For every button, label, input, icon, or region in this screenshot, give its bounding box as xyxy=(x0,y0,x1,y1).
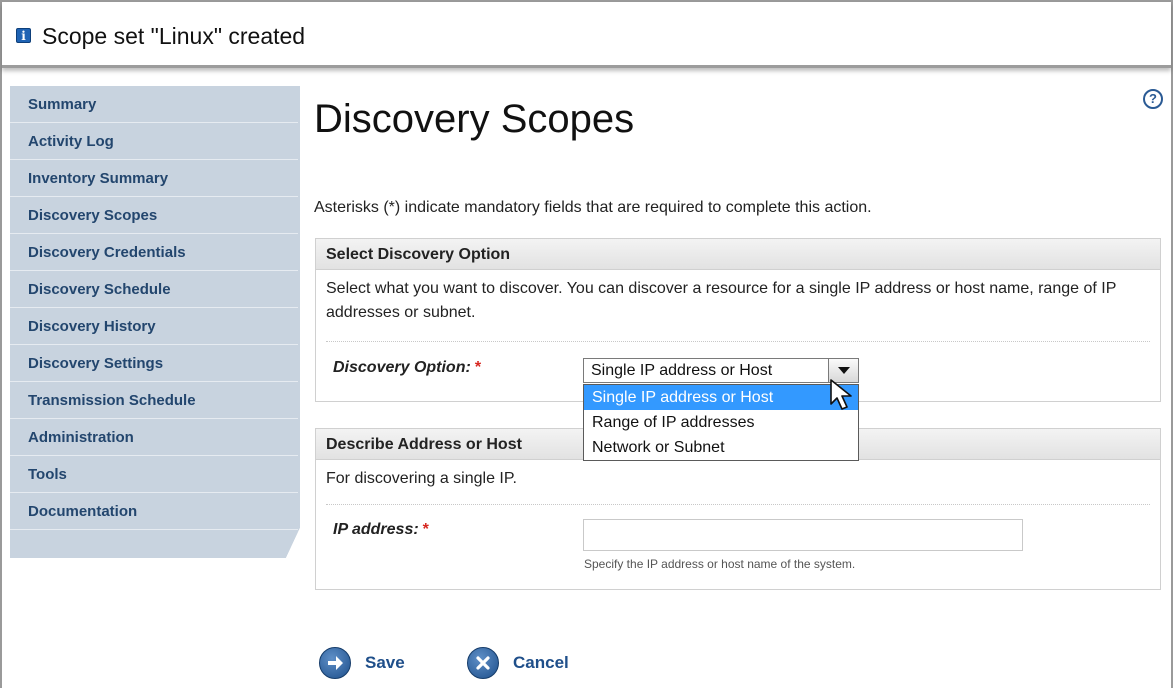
divider xyxy=(326,341,1150,342)
help-icon[interactable]: ? xyxy=(1143,89,1163,109)
ip-address-label-text: IP address: xyxy=(333,521,419,538)
notification-banner: i Scope set "Linux" created xyxy=(2,2,1171,68)
close-icon xyxy=(467,647,499,679)
sidebar-item-tools[interactable]: Tools xyxy=(10,456,298,493)
mouse-pointer-icon xyxy=(830,379,852,410)
discovery-option-dropdown: Single IP address or Host Range of IP ad… xyxy=(583,384,859,461)
sidebar-item-discovery-history[interactable]: Discovery History xyxy=(10,308,298,345)
sidebar-item-discovery-scopes[interactable]: Discovery Scopes xyxy=(10,197,298,234)
required-marker: * xyxy=(474,359,482,376)
cancel-label: Cancel xyxy=(513,653,569,672)
sidebar-item-inventory-summary[interactable]: Inventory Summary xyxy=(10,160,298,197)
sidebar-item-discovery-settings[interactable]: Discovery Settings xyxy=(10,345,298,382)
save-button[interactable]: Save xyxy=(319,646,405,680)
required-marker: * xyxy=(422,521,429,538)
discovery-option-label: Discovery Option: * xyxy=(333,359,481,377)
dropdown-option-network-subnet[interactable]: Network or Subnet xyxy=(584,435,858,460)
ip-address-input[interactable] xyxy=(583,519,1023,551)
section-description: For discovering a single IP. xyxy=(326,470,517,487)
sidebar-item-transmission-schedule[interactable]: Transmission Schedule xyxy=(10,382,298,419)
sidebar-item-activity-log[interactable]: Activity Log xyxy=(10,123,298,160)
ip-address-label: IP address: * xyxy=(333,521,429,539)
sidebar-item-discovery-credentials[interactable]: Discovery Credentials xyxy=(10,234,298,271)
mandatory-fields-note: Asterisks (*) indicate mandatory fields … xyxy=(314,199,872,216)
sidebar-nav: Summary Activity Log Inventory Summary D… xyxy=(10,86,300,558)
cancel-button[interactable]: Cancel xyxy=(467,646,569,680)
divider xyxy=(326,504,1150,505)
ip-address-hint: Specify the IP address or host name of t… xyxy=(584,557,856,571)
dropdown-option-ip-range[interactable]: Range of IP addresses xyxy=(584,410,858,435)
info-icon: i xyxy=(16,28,31,43)
dropdown-option-single-ip[interactable]: Single IP address or Host xyxy=(584,385,858,410)
page-title: Discovery Scopes xyxy=(314,97,635,141)
section-description: Select what you want to discover. You ca… xyxy=(326,280,1117,321)
section-header: Select Discovery Option xyxy=(316,239,1160,270)
sidebar-item-administration[interactable]: Administration xyxy=(10,419,298,456)
discovery-option-select[interactable]: Single IP address or Host xyxy=(583,358,859,383)
sidebar-item-discovery-schedule[interactable]: Discovery Schedule xyxy=(10,271,298,308)
sidebar-item-summary[interactable]: Summary xyxy=(10,86,298,123)
sidebar-item-documentation[interactable]: Documentation xyxy=(10,493,298,530)
banner-message: Scope set "Linux" created xyxy=(42,23,306,49)
discovery-option-label-text: Discovery Option: xyxy=(333,359,471,376)
save-label: Save xyxy=(365,653,405,672)
arrow-right-icon xyxy=(319,647,351,679)
select-value: Single IP address or Host xyxy=(591,362,773,379)
